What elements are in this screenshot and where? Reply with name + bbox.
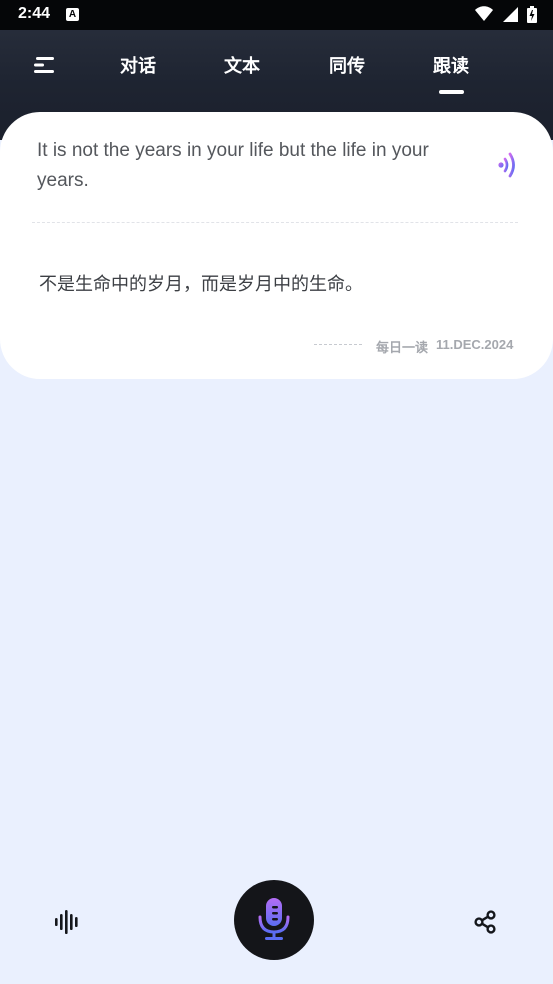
card-divider [32,222,518,223]
share-icon[interactable] [472,909,498,935]
tab-simultaneous[interactable]: 同传 [329,52,365,78]
tab-text[interactable]: 文本 [224,52,260,78]
daily-reading-label: 每日一读 [376,341,429,356]
status-time: 2:44 [18,5,51,22]
wifi-icon [474,6,493,21]
english-sentence: It is not the years in your life but the… [37,140,429,191]
waveform-icon[interactable] [54,910,82,934]
active-tab-indicator [439,90,464,94]
menu-icon[interactable] [31,54,55,76]
chinese-translation: 不是生命中的岁月，而是岁月中的生命。 [39,274,363,295]
speaker-icon[interactable] [496,150,520,180]
microphone-button[interactable] [234,880,314,960]
tab-read-along[interactable]: 跟读 [433,52,469,78]
microphone-icon [258,898,290,940]
cellular-signal-icon [502,7,518,22]
daily-dashes [314,344,362,345]
notification-icon: A [66,8,79,21]
status-icons [471,6,537,24]
tab-dialogue[interactable]: 对话 [120,52,156,78]
daily-date: 11.DEC.2024 [436,337,514,352]
status-bar: 2:44 A [0,0,553,30]
battery-icon [527,6,537,23]
